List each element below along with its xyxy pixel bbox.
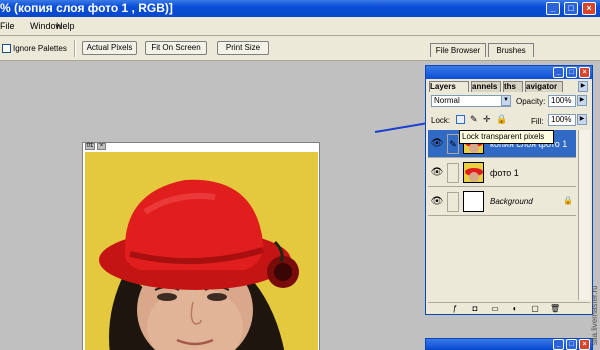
palette2-minimize-button[interactable]: _ — [553, 339, 564, 350]
link-box[interactable] — [447, 192, 459, 212]
opacity-arrow-icon[interactable]: ▶ — [577, 95, 587, 106]
blend-mode-value: Normal — [434, 96, 460, 105]
fill-label: Fill: — [531, 117, 544, 126]
blend-mode-select[interactable]: Normal — [431, 95, 511, 107]
tab-layers[interactable]: Layers — [429, 81, 469, 92]
layers-palette: _ □ × Layers annels ths avigator ▶ Norma… — [425, 65, 593, 315]
eye-icon[interactable]: 👁 — [430, 137, 444, 151]
minimize-button[interactable]: _ — [546, 2, 560, 15]
document-title-strip: 01 × — [83, 143, 319, 151]
fill-field[interactable]: 100% — [548, 114, 576, 126]
new-layer-icon[interactable]: ▢ — [530, 304, 540, 314]
new-set-icon[interactable]: ▭ — [490, 304, 500, 314]
adjustment-layer-icon[interactable]: ◐ — [510, 304, 520, 314]
palette-minimize-button[interactable]: _ — [553, 67, 564, 78]
lock-label: Lock: — [431, 116, 451, 125]
maximize-button[interactable]: □ — [564, 2, 578, 15]
brush-link-icon[interactable]: ✎ — [447, 134, 459, 154]
blend-mode-dropdown-icon[interactable]: ▼ — [501, 95, 511, 106]
fit-on-screen-button[interactable]: Fit On Screen — [145, 41, 207, 55]
layer-thumbnail — [463, 162, 484, 183]
lock-image-pixels-icon[interactable]: ✎ — [470, 114, 478, 125]
eye-icon[interactable]: 👁 — [430, 166, 444, 180]
layer-row-background[interactable]: 👁 Background 🔒 — [428, 188, 576, 216]
layers-palette-titlebar: _ □ × — [426, 66, 592, 79]
layer-name: Background — [490, 197, 533, 206]
layers-bottom-toolbar: ƒ ◘ ▭ ◐ ▢ 🗑 — [428, 302, 590, 314]
document-window: 01 × — [82, 142, 320, 350]
tab-navigator[interactable]: avigator — [525, 81, 563, 92]
menu-bar: File Window Help — [0, 17, 600, 36]
ignore-palettes-checkbox[interactable] — [2, 44, 11, 53]
second-palette-titlebar: _ □ × — [425, 338, 593, 350]
palette-menu-arrow-icon[interactable]: ▶ — [578, 81, 588, 92]
watermark: sila.livemaster.ru — [590, 285, 599, 345]
palette2-maximize-button[interactable]: □ — [566, 339, 577, 350]
delete-layer-icon[interactable]: 🗑 — [550, 304, 560, 314]
photo-canvas[interactable] — [85, 152, 318, 350]
document-zoom-label: 01 — [85, 143, 95, 150]
link-box[interactable] — [447, 163, 459, 183]
add-mask-icon[interactable]: ◘ — [470, 304, 480, 314]
fill-arrow-icon[interactable]: ▶ — [577, 114, 587, 125]
tab-channels[interactable]: annels — [471, 81, 501, 92]
layer-name: фото 1 — [490, 168, 519, 178]
actual-pixels-button[interactable]: Actual Pixels — [82, 41, 137, 55]
separator — [74, 40, 76, 57]
menu-file[interactable]: File — [0, 21, 15, 31]
opacity-label: Opacity: — [516, 97, 546, 106]
lock-transparent-pixels-checkbox[interactable] — [456, 115, 465, 124]
lock-position-icon[interactable]: ✛ — [483, 114, 491, 125]
lock-icon: 🔒 — [563, 196, 573, 205]
menu-help[interactable]: Help — [56, 21, 75, 31]
lock-transparent-pixels-tooltip: Lock transparent pixels — [459, 130, 554, 144]
lock-all-icon[interactable]: 🔒 — [496, 114, 507, 125]
layer-row-photo[interactable]: 👁 фото 1 — [428, 159, 576, 187]
opacity-field[interactable]: 100% — [548, 95, 576, 107]
layer-style-icon[interactable]: ƒ — [450, 304, 460, 314]
window-title: % (копия слоя фото 1 , RGB)] — [0, 1, 173, 15]
title-bar: % (копия слоя фото 1 , RGB)] _ □ × — [0, 0, 600, 17]
print-size-button[interactable]: Print Size — [217, 41, 269, 55]
file-browser-tab[interactable]: File Browser — [430, 43, 486, 57]
brushes-tab[interactable]: Brushes — [488, 43, 534, 57]
document-close-icon[interactable]: × — [97, 143, 106, 150]
palette-maximize-button[interactable]: □ — [566, 67, 577, 78]
tab-paths[interactable]: ths — [503, 81, 523, 92]
close-button[interactable]: × — [582, 2, 596, 15]
layer-thumbnail — [463, 191, 484, 212]
ignore-palettes-label: Ignore Palettes — [13, 44, 67, 53]
watermark-text: sila.livemaster.ru — [590, 285, 599, 345]
eye-icon[interactable]: 👁 — [430, 195, 444, 209]
portrait-image — [85, 152, 318, 350]
palette-close-button[interactable]: × — [579, 67, 590, 78]
